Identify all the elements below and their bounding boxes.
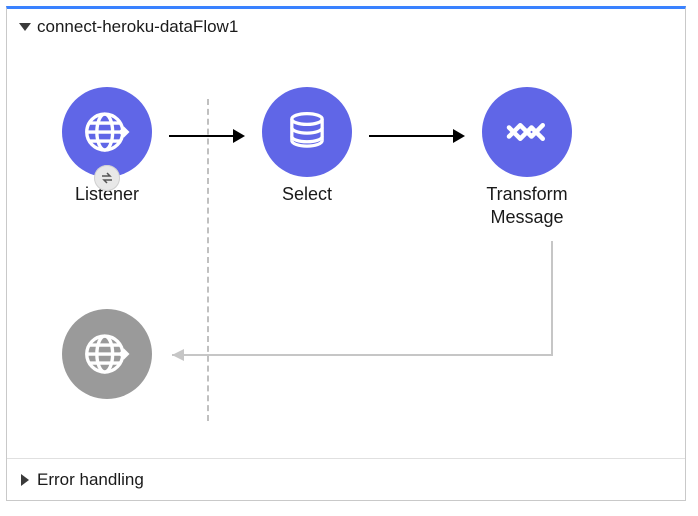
error-handling-label: Error handling: [37, 470, 144, 490]
globe-arrow-icon: [62, 309, 152, 399]
flow-panel: connect-heroku-dataFlow1: [6, 6, 686, 501]
expand-toggle-icon[interactable]: [21, 474, 29, 486]
node-response[interactable]: [47, 309, 167, 399]
node-listener[interactable]: Listener: [47, 87, 167, 206]
flow-canvas: Listener Select: [7, 41, 685, 441]
node-select-label: Select: [247, 183, 367, 206]
bidirectional-badge-icon: [94, 165, 120, 191]
flow-arrow-icon: [369, 129, 465, 143]
node-transform-message[interactable]: Transform Message: [467, 87, 587, 228]
error-handling-section[interactable]: Error handling: [7, 458, 685, 500]
node-select[interactable]: Select: [247, 87, 367, 206]
globe-arrow-icon: [62, 87, 152, 177]
flow-arrow-icon: [169, 129, 245, 143]
flow-header[interactable]: connect-heroku-dataFlow1: [7, 9, 685, 41]
flow-title: connect-heroku-dataFlow1: [37, 17, 238, 37]
transform-icon: [482, 87, 572, 177]
node-transform-label: Transform Message: [467, 183, 587, 228]
database-icon: [262, 87, 352, 177]
collapse-toggle-icon[interactable]: [19, 23, 31, 31]
source-scope-divider: [207, 99, 209, 421]
